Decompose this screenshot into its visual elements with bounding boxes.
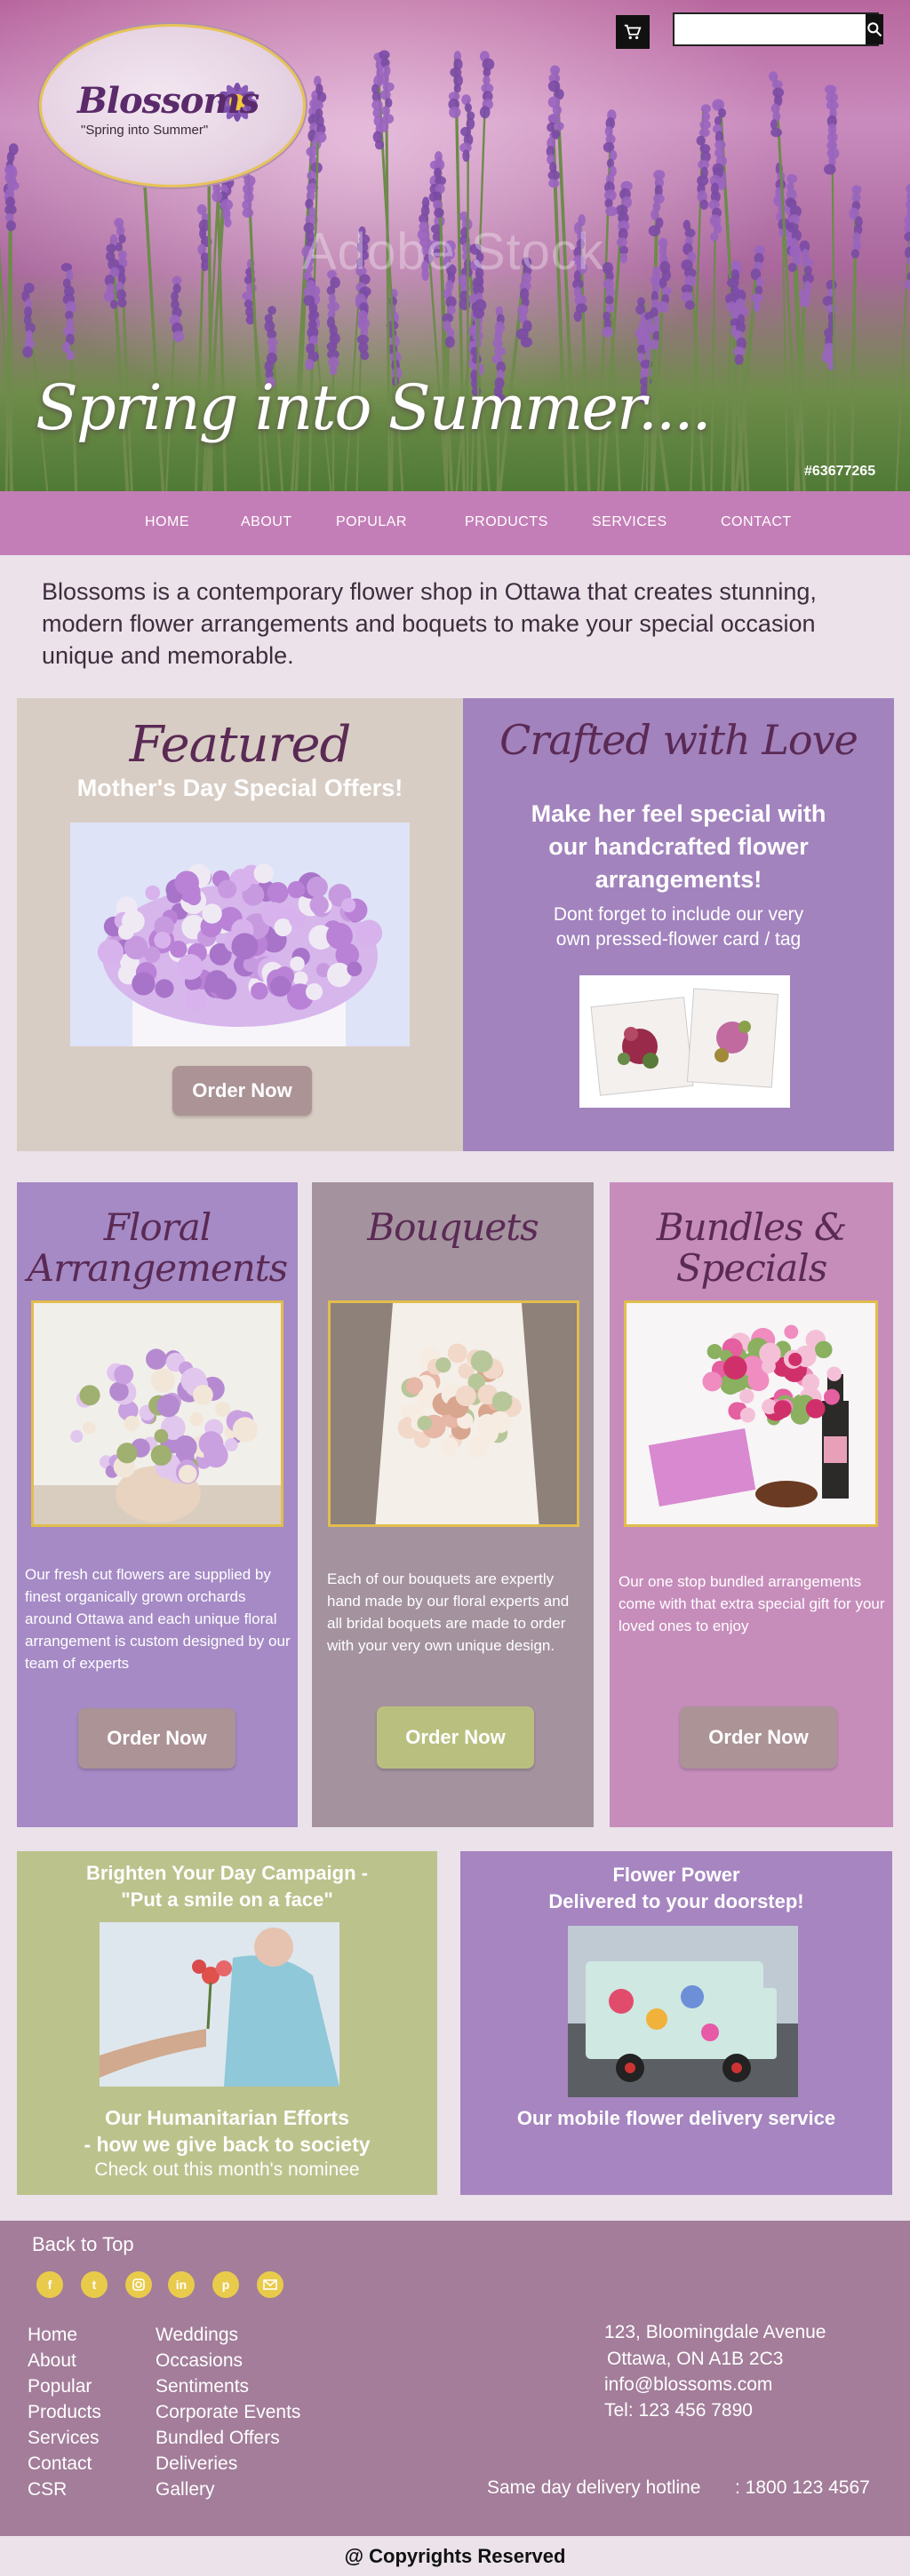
intro-text: Blossoms is a contemporary flower shop i…	[42, 578, 817, 669]
footer-link-occasions[interactable]: Occasions	[156, 2348, 300, 2373]
nav-home[interactable]: HOME	[145, 514, 189, 530]
copyright: @ Copyrights Reserved	[0, 2536, 910, 2576]
cart-button[interactable]	[616, 15, 650, 49]
facebook-icon[interactable]: f	[36, 2271, 63, 2298]
bundles-title-line1: Bundles &	[656, 1205, 847, 1249]
floral-title-line1: Floral	[103, 1205, 212, 1249]
search-box	[673, 12, 883, 46]
floral-arrangements-panel: Floral Arrangements Our fresh cut flower…	[17, 1182, 298, 1827]
footer: Back to Top f t in p Home About Popular …	[0, 2221, 910, 2536]
pinterest-icon[interactable]: p	[212, 2271, 239, 2298]
bouquets-title: Bouquets	[367, 1205, 539, 1249]
featured-panel: Featured Mother's Day Special Offers! Or…	[17, 698, 463, 1151]
campaign-image	[100, 1922, 339, 2087]
footer-link-gallery[interactable]: Gallery	[156, 2477, 300, 2502]
footer-link-products[interactable]: Products	[28, 2399, 101, 2425]
footer-link-bundled-offers[interactable]: Bundled Offers	[156, 2425, 300, 2451]
footer-link-services[interactable]: Services	[28, 2425, 101, 2451]
linkedin-icon[interactable]: in	[168, 2271, 195, 2298]
crafted-note-line2: own pressed-flower card / tag	[555, 929, 802, 950]
hero-title: Spring into Summer....	[36, 371, 712, 444]
footer-link-weddings[interactable]: Weddings	[156, 2322, 300, 2348]
bundles-panel: Bundles & Specials Our one stop bundled …	[610, 1182, 893, 1827]
cart-icon	[624, 24, 642, 40]
efforts-line2: - how we give back to society	[84, 2133, 371, 2156]
search-button[interactable]	[866, 14, 883, 44]
crafted-headline: Make her feel special with our handcraft…	[531, 800, 826, 893]
crafted-title: Crafted with Love	[499, 716, 858, 764]
nav-popular[interactable]: POPULAR	[336, 514, 407, 530]
bundles-order-button[interactable]: Order Now	[680, 1706, 837, 1769]
delivery-panel: Flower Power Delivered to your doorstep!…	[460, 1851, 892, 2195]
floral-title-line2: Arrangements	[27, 1246, 288, 1290]
hotline-label: Same day delivery hotline	[487, 2477, 701, 2498]
featured-order-button[interactable]: Order Now	[172, 1066, 312, 1116]
delivery-title-line2: Delivered to your doorstep!	[548, 1890, 804, 1912]
footer-link-contact[interactable]: Contact	[28, 2451, 101, 2477]
floral-description: Our fresh cut flowers are supplied by fi…	[25, 1566, 291, 1672]
crafted-panel: Crafted with Love Make her feel special …	[463, 698, 894, 1151]
crafted-note-line1: Dont forget to include our very	[553, 904, 804, 925]
footer-link-home[interactable]: Home	[28, 2322, 101, 2348]
address-line1: 123, Bloomingdale Avenue	[604, 2322, 826, 2342]
hotline-number: : 1800 123 4567	[735, 2477, 870, 2498]
brand-tagline: "Spring into Summer"	[81, 123, 209, 138]
floral-arrangement-image	[31, 1300, 283, 1527]
contact-phone: Tel: 123 456 7890	[604, 2400, 753, 2421]
search-input[interactable]	[675, 14, 866, 44]
hero-banner: Adobe Stock Blossoms "Spring into Summer…	[0, 0, 910, 491]
footer-link-sentiments[interactable]: Sentiments	[156, 2373, 300, 2399]
twitter-icon[interactable]: t	[81, 2271, 108, 2298]
search-icon	[867, 22, 882, 37]
bridal-bouquet-image	[328, 1300, 579, 1527]
delivery-caption: Our mobile flower delivery service	[516, 2107, 836, 2129]
footer-links-main: Home About Popular Products Services Con…	[28, 2322, 101, 2502]
address-line2: Ottawa, ON A1B 2C3	[607, 2349, 784, 2369]
nav-products[interactable]: PRODUCTS	[465, 514, 548, 530]
bouquets-description: Each of our bouquets are expertly hand m…	[327, 1570, 570, 1654]
footer-links-occasions: Weddings Occasions Sentiments Corporate …	[156, 2322, 300, 2502]
footer-link-corporate-events[interactable]: Corporate Events	[156, 2399, 300, 2425]
back-to-top-link[interactable]: Back to Top	[32, 2233, 134, 2256]
footer-link-popular[interactable]: Popular	[28, 2373, 101, 2399]
nav-services[interactable]: SERVICES	[592, 514, 667, 530]
footer-link-about[interactable]: About	[28, 2348, 101, 2373]
main-nav: HOME ABOUT POPULAR PRODUCTS SERVICES CON…	[0, 491, 910, 555]
pressed-flower-cards-image	[579, 975, 790, 1108]
rose-bouquet-image	[70, 823, 410, 1046]
nav-about[interactable]: ABOUT	[241, 514, 292, 530]
bouquets-panel: Bouquets Each of our bouquets are expert…	[312, 1182, 594, 1827]
campaign-title-line2: "Put a smile on a face"	[121, 1888, 333, 1911]
efforts-line1: Our Humanitarian Efforts	[105, 2106, 349, 2129]
bundles-gift-image	[624, 1300, 878, 1527]
bundles-description: Our one stop bundled arrangements come w…	[619, 1573, 885, 1634]
stock-watermark: Adobe Stock	[302, 223, 604, 281]
brand-name: Blossoms	[77, 80, 259, 122]
instagram-icon[interactable]	[125, 2271, 152, 2298]
delivery-truck-image	[568, 1926, 798, 2097]
bouquets-order-button[interactable]: Order Now	[377, 1706, 534, 1769]
footer-link-deliveries[interactable]: Deliveries	[156, 2451, 300, 2477]
email-icon[interactable]	[257, 2271, 283, 2298]
nominee-link[interactable]: Check out this month's nominee	[17, 2159, 437, 2181]
featured-subtitle: Mother's Day Special Offers!	[76, 775, 403, 801]
featured-title: Featured	[129, 716, 352, 774]
nav-contact[interactable]: CONTACT	[721, 514, 792, 530]
campaign-panel: Brighten Your Day Campaign - "Put a smil…	[17, 1851, 437, 2195]
floral-order-button[interactable]: Order Now	[78, 1708, 235, 1769]
campaign-title-line1[interactable]: Brighten Your Day Campaign -	[17, 1862, 437, 1885]
brand-logo[interactable]: Blossoms "Spring into Summer"	[39, 24, 306, 187]
bundles-title-line2: Specials	[675, 1246, 828, 1290]
footer-link-csr[interactable]: CSR	[28, 2477, 101, 2502]
contact-email[interactable]: info@blossoms.com	[604, 2374, 772, 2396]
stock-id: #63677265	[804, 464, 876, 479]
delivery-title-line1: Flower Power	[612, 1864, 740, 1886]
